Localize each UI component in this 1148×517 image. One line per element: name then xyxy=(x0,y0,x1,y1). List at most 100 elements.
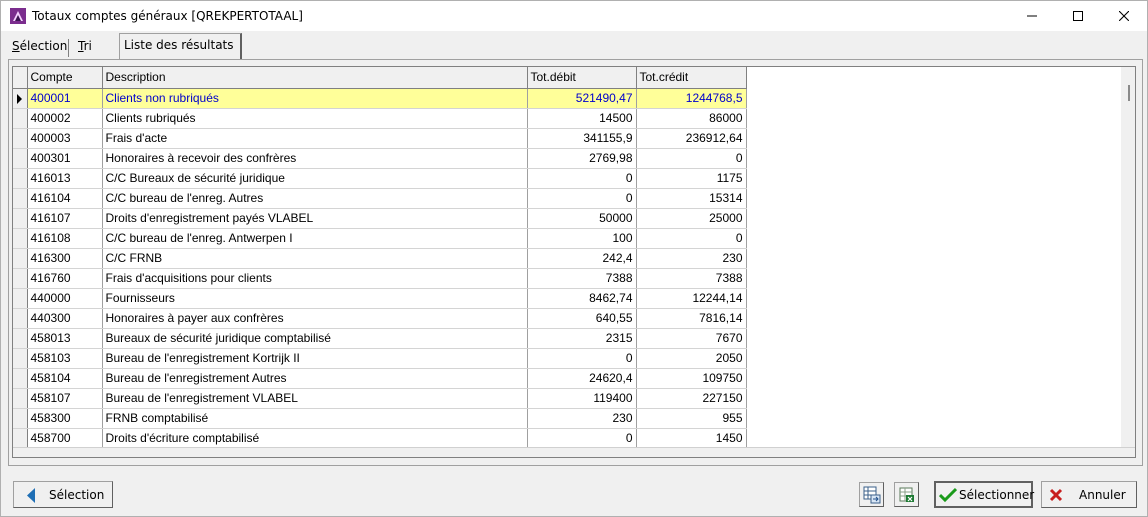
minimize-button[interactable] xyxy=(1009,1,1055,31)
cell-tot-debit[interactable]: 0 xyxy=(527,188,637,209)
table-row[interactable]: 400003 Frais d'acte 341155,9 236912,64 xyxy=(13,128,747,149)
cell-compte[interactable]: 416107 xyxy=(27,208,103,229)
table-row[interactable]: 416104 C/C bureau de l'enreg. Autres 0 1531… xyxy=(13,188,747,209)
vertical-scrollbar[interactable] xyxy=(1121,67,1135,447)
cell-description[interactable]: Clients rubriqués xyxy=(102,108,528,129)
results-grid[interactable]: Compte Description Tot.débit Tot.crédit … xyxy=(12,66,1136,458)
cell-tot-credit[interactable]: 12244,14 xyxy=(636,288,747,309)
table-row[interactable]: 458104 Bureau de l'enregistrement Autres 2… xyxy=(13,368,747,389)
cell-description[interactable]: Bureau de l'enregistrement Kortrijk II xyxy=(102,348,528,369)
table-row[interactable]: 400001 Clients non rubriqués 521490,47 1244… xyxy=(13,88,747,109)
cell-tot-credit[interactable]: 2050 xyxy=(636,348,747,369)
cell-description[interactable]: Bureaux de sécurité juridique comptabili… xyxy=(102,328,528,349)
cell-tot-credit[interactable]: 7670 xyxy=(636,328,747,349)
row-indicator[interactable] xyxy=(13,408,28,429)
table-row[interactable]: 440300 Honoraires à payer aux confrères 64… xyxy=(13,308,747,329)
table-row[interactable]: 440000 Fournisseurs 8462,74 12244,14 xyxy=(13,288,747,309)
row-indicator[interactable] xyxy=(13,288,28,309)
cell-tot-credit[interactable]: 955 xyxy=(636,408,747,429)
cell-description[interactable]: Fournisseurs xyxy=(102,288,528,309)
cell-tot-debit[interactable]: 2769,98 xyxy=(527,148,637,169)
cell-tot-debit[interactable]: 242,4 xyxy=(527,248,637,269)
cell-compte[interactable]: 458107 xyxy=(27,388,103,409)
column-header-tot-credit[interactable]: Tot.crédit xyxy=(636,67,747,89)
cell-tot-debit[interactable]: 230 xyxy=(527,408,637,429)
cell-tot-credit[interactable]: 1175 xyxy=(636,168,747,189)
cell-tot-debit[interactable]: 0 xyxy=(527,168,637,189)
cell-tot-credit[interactable]: 25000 xyxy=(636,208,747,229)
cell-tot-debit[interactable]: 7388 xyxy=(527,268,637,289)
row-indicator[interactable] xyxy=(13,368,28,389)
cell-description[interactable]: Frais d'acte xyxy=(102,128,528,149)
table-row[interactable]: 400002 Clients rubriqués 14500 86000 xyxy=(13,108,747,129)
row-indicator[interactable] xyxy=(13,88,28,109)
table-row[interactable]: 400301 Honoraires à recevoir des confrère… xyxy=(13,148,747,169)
cell-tot-debit[interactable]: 50000 xyxy=(527,208,637,229)
cell-description[interactable]: Bureau de l'enregistrement Autres xyxy=(102,368,528,389)
table-row[interactable]: 416108 C/C bureau de l'enreg. Antwerpen I… xyxy=(13,228,747,249)
cell-description[interactable]: C/C bureau de l'enreg. Antwerpen I xyxy=(102,228,528,249)
cell-tot-debit[interactable]: 0 xyxy=(527,348,637,369)
select-button[interactable]: Sélectionner xyxy=(934,481,1034,508)
row-indicator[interactable] xyxy=(13,128,28,149)
cell-compte[interactable]: 440300 xyxy=(27,308,103,329)
cell-description[interactable]: Droits d'enregistrement payés VLABEL xyxy=(102,208,528,229)
tab-selection[interactable]: Sélection xyxy=(8,35,71,59)
maximize-button[interactable] xyxy=(1055,1,1101,31)
row-indicator[interactable] xyxy=(13,308,28,329)
table-row[interactable]: 416107 Droits d'enregistrement payés VLAB… xyxy=(13,208,747,229)
cell-description[interactable]: Bureau de l'enregistrement VLABEL xyxy=(102,388,528,409)
cell-compte[interactable]: 458700 xyxy=(27,428,103,449)
cell-compte[interactable]: 400001 xyxy=(27,88,103,109)
tab-results[interactable]: Liste des résultats xyxy=(119,33,242,59)
cell-tot-debit[interactable]: 8462,74 xyxy=(527,288,637,309)
cell-compte[interactable]: 416760 xyxy=(27,268,103,289)
row-indicator[interactable] xyxy=(13,428,28,449)
cell-description[interactable]: Honoraires à recevoir des confrères xyxy=(102,148,528,169)
table-row[interactable]: 458103 Bureau de l'enregistrement Kortrij… xyxy=(13,348,747,369)
table-row[interactable]: 458013 Bureaux de sécurité juridique comp… xyxy=(13,328,747,349)
cancel-button[interactable]: Annuler xyxy=(1041,481,1137,508)
column-header-description[interactable]: Description xyxy=(102,67,528,89)
row-indicator[interactable] xyxy=(13,148,28,169)
cell-tot-credit[interactable]: 15314 xyxy=(636,188,747,209)
scrollbar-thumb[interactable] xyxy=(1128,85,1130,101)
cell-tot-credit[interactable]: 227150 xyxy=(636,388,747,409)
export-excel-button[interactable] xyxy=(894,482,919,507)
cell-compte[interactable]: 458104 xyxy=(27,368,103,389)
cell-tot-credit[interactable]: 7388 xyxy=(636,268,747,289)
cell-compte[interactable]: 400003 xyxy=(27,128,103,149)
row-indicator[interactable] xyxy=(13,108,28,129)
row-indicator[interactable] xyxy=(13,328,28,349)
cell-tot-debit[interactable]: 341155,9 xyxy=(527,128,637,149)
cell-tot-credit[interactable]: 86000 xyxy=(636,108,747,129)
table-row[interactable]: 416013 C/C Bureaux de sécurité juridique 0… xyxy=(13,168,747,189)
cell-compte[interactable]: 458300 xyxy=(27,408,103,429)
cell-compte[interactable]: 416013 xyxy=(27,168,103,189)
tab-tri[interactable]: Tri xyxy=(74,35,118,59)
cell-description[interactable]: Clients non rubriqués xyxy=(102,88,528,109)
cell-description[interactable]: C/C Bureaux de sécurité juridique xyxy=(102,168,528,189)
table-row[interactable]: 458300 FRNB comptabilisé 230 955 xyxy=(13,408,747,429)
cell-compte[interactable]: 416104 xyxy=(27,188,103,209)
close-button[interactable] xyxy=(1101,1,1147,31)
row-indicator[interactable] xyxy=(13,248,28,269)
cell-tot-credit[interactable]: 0 xyxy=(636,148,747,169)
cell-compte[interactable]: 458013 xyxy=(27,328,103,349)
cell-tot-debit[interactable]: 14500 xyxy=(527,108,637,129)
cell-compte[interactable]: 440000 xyxy=(27,288,103,309)
cell-description[interactable]: C/C bureau de l'enreg. Autres xyxy=(102,188,528,209)
cell-compte[interactable]: 400002 xyxy=(27,108,103,129)
table-row[interactable]: 416760 Frais d'acquisitions pour clients 7… xyxy=(13,268,747,289)
table-row[interactable]: 458107 Bureau de l'enregistrement VLABEL 1… xyxy=(13,388,747,409)
cell-tot-debit[interactable]: 521490,47 xyxy=(527,88,637,109)
row-indicator[interactable] xyxy=(13,228,28,249)
selection-button[interactable]: Sélection xyxy=(13,481,113,508)
cell-description[interactable]: C/C FRNB xyxy=(102,248,528,269)
cell-tot-credit[interactable]: 230 xyxy=(636,248,747,269)
cell-compte[interactable]: 400301 xyxy=(27,148,103,169)
table-row[interactable]: 458700 Droits d'écriture comptabilisé 0 145… xyxy=(13,428,747,449)
column-header-tot-debit[interactable]: Tot.débit xyxy=(527,67,637,89)
row-indicator[interactable] xyxy=(13,188,28,209)
export-grid-button[interactable] xyxy=(859,482,884,507)
